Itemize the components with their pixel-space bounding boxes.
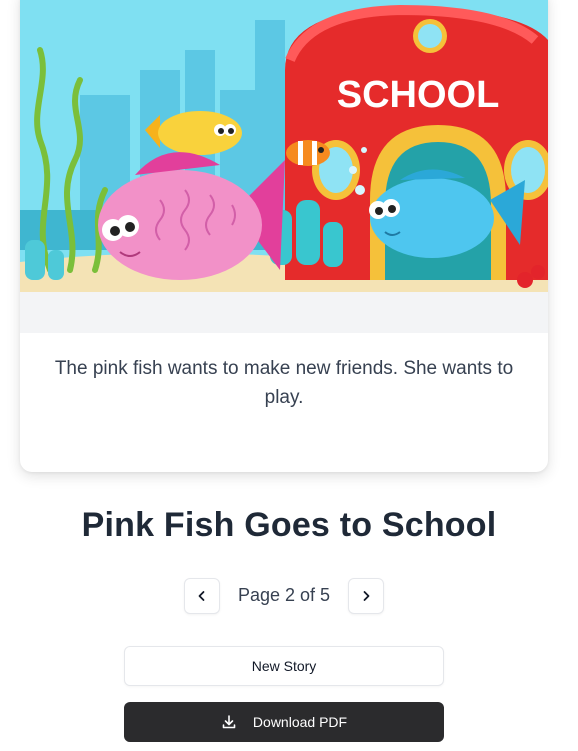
story-page: SCHOOL The pink fish wants to make new f…	[0, 0, 578, 751]
download-pdf-label: Download PDF	[252, 714, 348, 730]
next-page-button[interactable]	[348, 578, 384, 614]
story-title: Pink Fish Goes to School	[81, 506, 497, 544]
download-pdf-button[interactable]: Download PDF	[124, 702, 444, 742]
story-card: SCHOOL The pink fish wants to make new f…	[20, 0, 548, 472]
pagination: Page 2 of 5	[0, 578, 578, 614]
new-story-button[interactable]: New Story	[124, 646, 444, 686]
new-story-label: New Story	[251, 658, 317, 674]
download-icon	[221, 714, 237, 730]
page-indicator: Page 2 of 5	[237, 585, 331, 605]
previous-page-button[interactable]	[184, 578, 220, 614]
school-sign-text: SCHOOL	[337, 74, 500, 116]
chevron-right-icon	[363, 591, 370, 601]
story-illustration: SCHOOL	[20, 0, 548, 292]
illustration-caption-strip	[20, 292, 548, 333]
chevron-left-icon	[198, 591, 205, 601]
story-page-text: The pink fish wants to make new friends.…	[54, 358, 514, 408]
